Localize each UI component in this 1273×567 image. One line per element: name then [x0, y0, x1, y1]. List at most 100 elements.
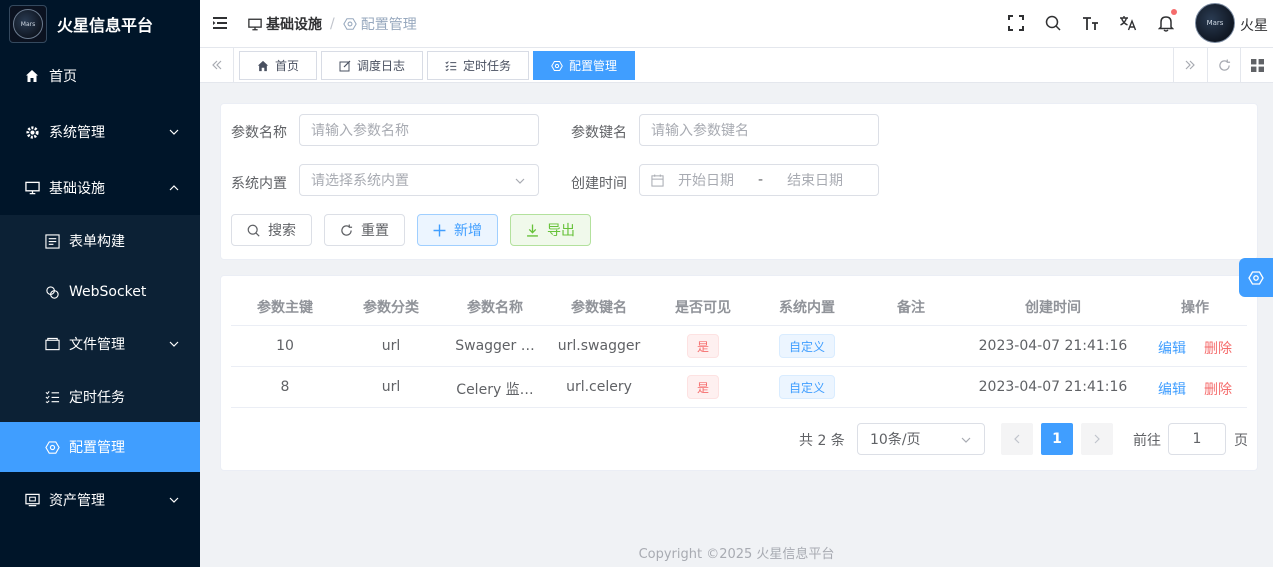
- scroll-left-button[interactable]: [200, 48, 234, 82]
- builtin-tag: 自定义: [779, 334, 835, 358]
- export-button[interactable]: 导出: [510, 214, 591, 246]
- settings-button[interactable]: [1239, 258, 1273, 297]
- column-header: 操作: [1181, 300, 1209, 316]
- tag-home[interactable]: 首页: [239, 51, 317, 80]
- sidebar-item-config-manage[interactable]: 配置管理: [0, 422, 200, 472]
- chevron-down-icon: [169, 341, 179, 347]
- start-date-input[interactable]: 开始日期: [678, 170, 734, 190]
- cell-category: url: [381, 338, 401, 354]
- pagination-total: 共 2 条: [799, 433, 845, 449]
- reset-button-label: 重置: [361, 223, 389, 239]
- tag-label: 首页: [274, 59, 299, 73]
- sidebar-item-infrastructure[interactable]: 基础设施: [0, 162, 200, 214]
- config-icon: [44, 439, 60, 455]
- add-button[interactable]: 新增: [417, 214, 498, 246]
- page-number-current[interactable]: 1: [1041, 423, 1073, 455]
- column-header: 创建时间: [1025, 300, 1081, 316]
- config-icon: [551, 60, 563, 72]
- cell-name: Celery 监…: [456, 382, 534, 398]
- sidebar-item-label: 首页: [49, 69, 77, 85]
- tag-label: 定时任务: [462, 59, 511, 73]
- end-date-input[interactable]: 结束日期: [787, 170, 843, 190]
- builtin-label: 系统内置: [231, 176, 287, 192]
- cell-key: url.swagger: [557, 338, 641, 354]
- avatar[interactable]: Mars: [1195, 3, 1235, 43]
- double-chevron-left-icon: [211, 60, 221, 70]
- chevron-down-icon: [515, 178, 525, 184]
- gear-icon: [1248, 270, 1264, 285]
- delete-button[interactable]: 删除: [1204, 338, 1232, 358]
- page-suffix-label: 页: [1234, 433, 1248, 449]
- tag-label: 调度日志: [356, 59, 405, 73]
- chevron-right-icon: [1094, 434, 1100, 444]
- column-header: 参数名称: [467, 300, 523, 316]
- task-list-icon: [445, 60, 457, 72]
- search-button-label: 搜索: [268, 223, 296, 239]
- breadcrumb-item[interactable]: 基础设施: [248, 14, 322, 34]
- reset-button[interactable]: 重置: [324, 214, 405, 246]
- edit-icon: [339, 60, 351, 72]
- tags-menu-button[interactable]: [1240, 48, 1273, 82]
- param-key-input[interactable]: 请输入参数键名: [639, 114, 879, 146]
- table-divider: [231, 407, 1247, 408]
- export-button-label: 导出: [547, 223, 575, 239]
- font-size-icon[interactable]: [1081, 14, 1099, 32]
- column-header: 参数键名: [571, 300, 627, 316]
- visible-tag: 是: [687, 375, 719, 399]
- date-range-picker[interactable]: 开始日期 - 结束日期: [639, 164, 879, 196]
- breadcrumb-item: 配置管理: [342, 14, 417, 34]
- scroll-right-button[interactable]: [1173, 48, 1206, 82]
- column-header: 参数分类: [363, 300, 419, 316]
- sidebar-item-system[interactable]: 系统管理: [0, 106, 200, 158]
- breadcrumb-label: 基础设施: [266, 17, 322, 33]
- sidebar-item-file-manage[interactable]: 文件管理: [0, 318, 200, 370]
- tag-config-manage[interactable]: 配置管理: [533, 51, 635, 80]
- sidebar-item-label: 定时任务: [69, 390, 125, 406]
- builtin-select[interactable]: 请选择系统内置: [299, 164, 539, 196]
- cell-created: 2023-04-07 21:41:16: [978, 338, 1128, 354]
- goto-page-input[interactable]: 1: [1168, 423, 1226, 455]
- visible-tag: 是: [687, 334, 719, 358]
- sidebar-item-asset-manage[interactable]: 资产管理: [0, 474, 200, 526]
- language-icon[interactable]: [1119, 14, 1137, 32]
- date-range-separator: -: [758, 172, 764, 188]
- param-key-label: 参数键名: [571, 125, 627, 141]
- column-header: 参数主键: [257, 300, 313, 316]
- chevron-down-icon: [961, 437, 971, 443]
- sidebar-item-label: 基础设施: [49, 181, 105, 197]
- cell-id: 10: [276, 338, 294, 354]
- prev-page-button[interactable]: [1001, 423, 1033, 455]
- sidebar-item-websocket[interactable]: WebSocket: [0, 266, 200, 318]
- monitor-icon: [248, 18, 262, 30]
- param-name-input[interactable]: 请输入参数名称: [299, 114, 539, 146]
- delete-button[interactable]: 删除: [1204, 379, 1232, 399]
- fullscreen-icon[interactable]: [1007, 14, 1025, 32]
- edit-button[interactable]: 编辑: [1158, 379, 1186, 399]
- breadcrumb: 基础设施 / 配置管理: [248, 14, 417, 34]
- user-name[interactable]: 火星: [1240, 15, 1268, 35]
- refresh-button[interactable]: [1207, 48, 1240, 82]
- refresh-icon: [340, 223, 353, 237]
- edit-button[interactable]: 编辑: [1158, 338, 1186, 358]
- sidebar-item-home[interactable]: 首页: [0, 50, 200, 102]
- cell-created: 2023-04-07 21:41:16: [978, 379, 1128, 395]
- hamburger-icon[interactable]: [212, 15, 228, 31]
- tag-scheduled-tasks[interactable]: 定时任务: [427, 51, 529, 80]
- cell-name: Swagger …: [455, 338, 535, 354]
- chevron-up-icon: [169, 185, 179, 191]
- bell-icon[interactable]: [1157, 14, 1175, 32]
- folder-icon: [44, 336, 60, 352]
- form-icon: [44, 233, 60, 249]
- search-icon[interactable]: [1044, 14, 1062, 32]
- builtin-placeholder: 请选择系统内置: [311, 173, 409, 189]
- sidebar-item-scheduled-tasks[interactable]: 定时任务: [0, 371, 200, 423]
- tag-dispatch-log[interactable]: 调度日志: [321, 51, 423, 80]
- next-page-button[interactable]: [1081, 423, 1113, 455]
- page-size-select[interactable]: 10条/页: [857, 423, 985, 455]
- search-button[interactable]: 搜索: [231, 214, 312, 246]
- logo-mark: Mars: [13, 9, 43, 39]
- home-icon: [257, 60, 269, 72]
- builtin-tag: 自定义: [779, 375, 835, 399]
- tags-view: 首页 调度日志 定时任务 配置管理: [200, 48, 1273, 83]
- sidebar-item-form-builder[interactable]: 表单构建: [0, 215, 200, 267]
